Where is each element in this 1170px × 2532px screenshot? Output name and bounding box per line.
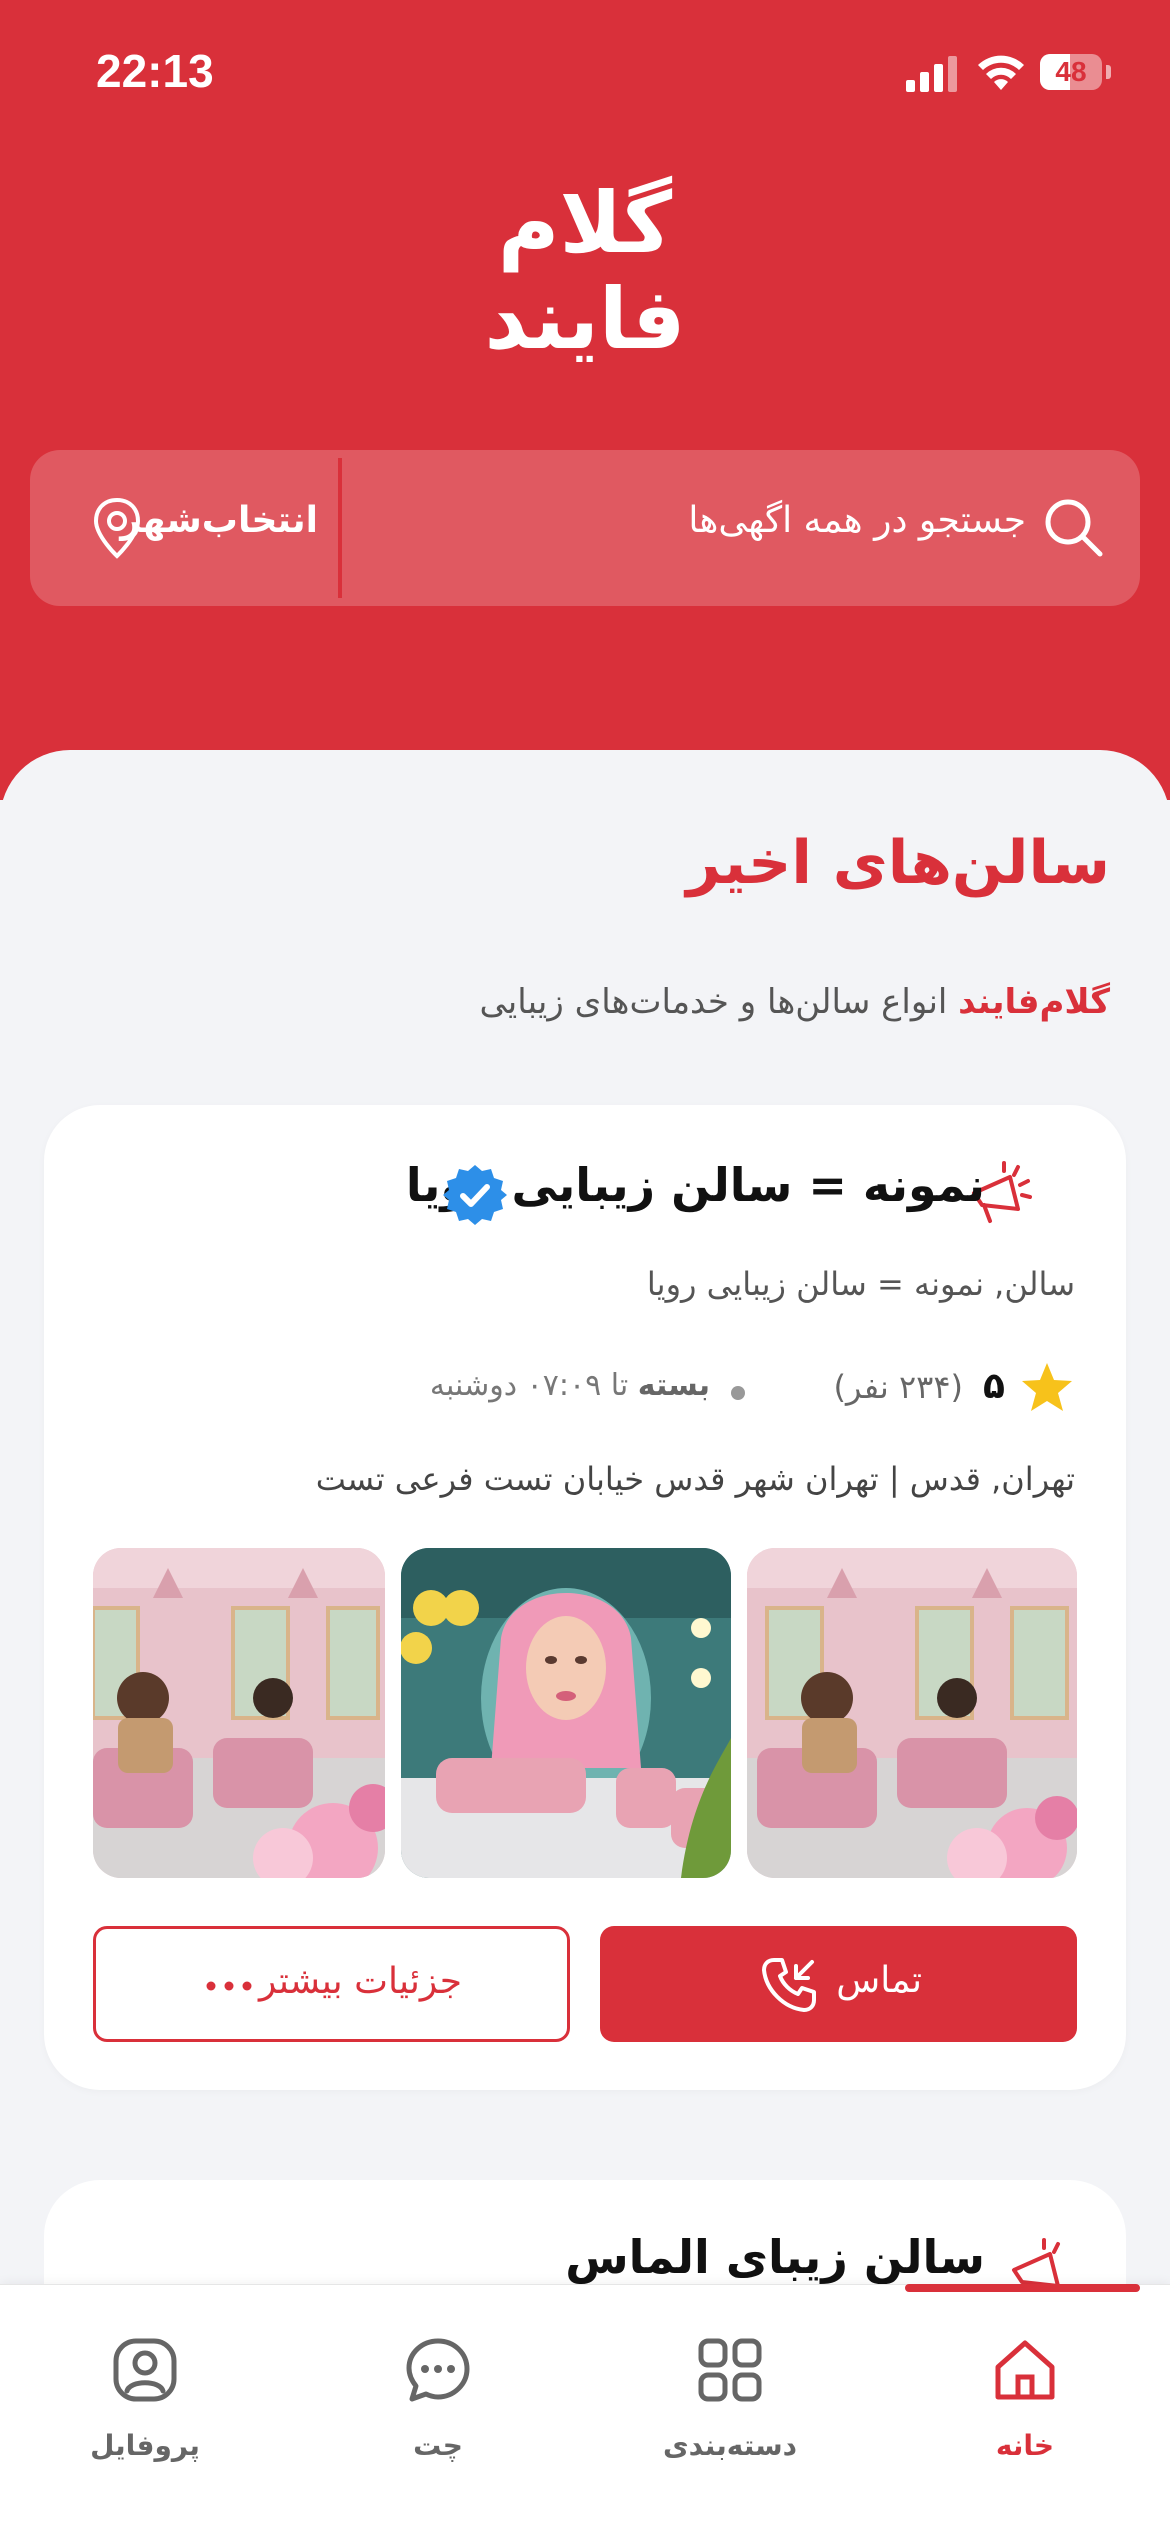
city-selector[interactable]: انتخاب‌شهر bbox=[60, 496, 330, 560]
opening-hours: بسته تا ۰۷:۰۹ دوشنبه bbox=[430, 1368, 710, 1403]
tab-categories[interactable]: دسته‌بندی bbox=[610, 2335, 850, 2475]
tab-categories-label: دسته‌بندی bbox=[662, 2429, 798, 2462]
verified-badge-icon bbox=[443, 1165, 507, 1225]
status-time: 22:13 bbox=[96, 45, 214, 97]
rating-count: (۲۳۴ نفر) bbox=[833, 1368, 963, 1406]
bottom-tab-bar: خانه دسته‌بندی چت پروفایل bbox=[0, 2284, 1170, 2532]
phone-incoming-icon bbox=[762, 1958, 816, 2012]
rating-row: ۵ (۲۳۴ نفر) بسته تا ۰۷:۰۹ دوشنبه bbox=[375, 1360, 1075, 1420]
search-bar[interactable]: جستجو در همه اگهی‌ها انتخاب‌شهر bbox=[30, 450, 1140, 606]
battery-cap bbox=[1106, 65, 1111, 79]
salon-category: سالن, نمونه = سالن زیبایی رویا bbox=[646, 1265, 1075, 1303]
tab-chat-label: چت bbox=[413, 2429, 463, 2462]
gallery-photo[interactable] bbox=[93, 1548, 385, 1878]
star-icon bbox=[1022, 1363, 1072, 1411]
tab-home[interactable]: خانه bbox=[905, 2335, 1145, 2475]
call-button-label: تماس bbox=[836, 1960, 922, 2001]
photo-gallery[interactable] bbox=[93, 1548, 1077, 1878]
app-logo: گلام فایند bbox=[450, 175, 720, 375]
open-status: بسته bbox=[637, 1368, 710, 1403]
tab-profile[interactable]: پروفایل bbox=[25, 2335, 265, 2475]
battery-icon: 48 bbox=[1040, 54, 1102, 90]
tab-chat[interactable]: چت bbox=[318, 2335, 558, 2475]
rating-value: ۵ bbox=[983, 1366, 1005, 1407]
active-tab-indicator bbox=[905, 2284, 1140, 2292]
city-selector-label: انتخاب‌شهر bbox=[120, 500, 318, 541]
more-details-label: جزئیات بیشتر bbox=[258, 1961, 462, 2002]
battery-percentage: 48 bbox=[1055, 56, 1087, 87]
section-subtitle-text: انواع سالن‌ها و خدمات‌های زیبایی bbox=[479, 982, 948, 1022]
more-details-button[interactable]: جزئیات بیشتر bbox=[93, 1926, 570, 2042]
location-pin-icon bbox=[93, 497, 141, 559]
logo-line-2: فایند bbox=[484, 270, 686, 368]
more-dots-icon bbox=[206, 1981, 252, 1991]
search-placeholder[interactable]: جستجو در همه اگهی‌ها bbox=[688, 500, 1026, 541]
gallery-photo[interactable] bbox=[747, 1548, 1077, 1878]
salon-address: تهران, قدس | تهران شهر قدس خیابان تست فر… bbox=[315, 1460, 1075, 1498]
section-title: سالن‌های اخیر bbox=[686, 828, 1110, 898]
cellular-signal-icon bbox=[906, 56, 958, 92]
profile-icon bbox=[113, 2338, 177, 2402]
tab-profile-label: پروفایل bbox=[90, 2429, 200, 2462]
wifi-icon bbox=[978, 55, 1024, 90]
home-icon bbox=[995, 2340, 1055, 2400]
chat-icon bbox=[406, 2338, 470, 2402]
section-subtitle-brand: گلام‌فایند bbox=[958, 982, 1110, 1022]
section-subtitle: گلام‌فایند انواع سالن‌ها و خدمات‌های زیب… bbox=[479, 982, 1110, 1022]
hours-text: تا ۰۷:۰۹ دوشنبه bbox=[429, 1368, 629, 1403]
grid-icon bbox=[698, 2338, 762, 2402]
tab-home-label: خانه bbox=[995, 2429, 1055, 2462]
search-divider bbox=[338, 458, 342, 598]
logo-line-1: گلام bbox=[497, 174, 673, 272]
salon-name[interactable]: سالن زیبای الماس bbox=[565, 2230, 985, 2284]
gallery-photo[interactable] bbox=[401, 1548, 731, 1878]
separator-dot bbox=[731, 1386, 745, 1400]
search-icon bbox=[1045, 499, 1103, 557]
call-button[interactable]: تماس bbox=[600, 1926, 1077, 2042]
status-bar: 22:13 48 bbox=[0, 0, 1170, 150]
